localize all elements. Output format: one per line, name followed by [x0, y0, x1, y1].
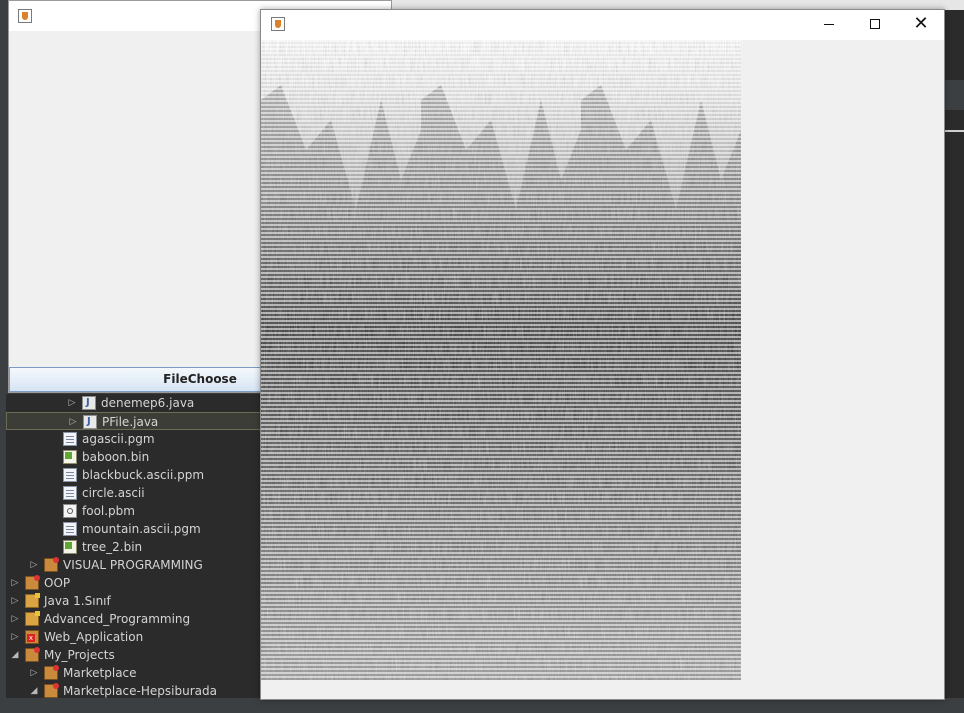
expand-arrow-icon[interactable]: ▷ — [29, 664, 39, 682]
tree-item-label: tree_2.bin — [82, 540, 143, 554]
close-button[interactable]: ✕ — [898, 10, 944, 40]
text-file-icon — [63, 432, 77, 446]
tree-item-label: blackbuck.ascii.ppm — [82, 468, 205, 482]
tree-item-label: mountain.ascii.pgm — [82, 522, 201, 536]
expand-arrow-icon[interactable]: ▷ — [10, 574, 20, 592]
text-file-icon — [63, 486, 77, 500]
tree-item-label: denemep6.java — [101, 396, 195, 410]
expand-arrow-icon[interactable]: ▷ — [10, 592, 20, 610]
tree-item[interactable]: ◢ Marketplace-Hepsiburada — [6, 682, 262, 698]
minimize-button[interactable] — [806, 10, 852, 40]
image-file-icon — [63, 504, 77, 518]
collapse-arrow-icon[interactable]: ◢ — [10, 646, 20, 664]
rendered-image — [261, 40, 741, 680]
tree-item-label: fool.pbm — [82, 504, 135, 518]
tree-item[interactable]: agascii.pgm — [6, 430, 262, 448]
text-file-icon — [63, 468, 77, 482]
tree-item[interactable]: baboon.bin — [6, 448, 262, 466]
mountain-scanline-image — [261, 40, 741, 680]
tree-item[interactable]: ▷ denemep6.java — [6, 394, 262, 412]
tree-item-label: Web_Application — [44, 630, 144, 644]
tree-item-label: OOP — [44, 576, 71, 590]
tree-item[interactable]: fool.pbm — [6, 502, 262, 520]
tree-item[interactable]: ▷ Java 1.Sınıf — [6, 592, 262, 610]
project-error-icon — [25, 575, 40, 590]
java-file-icon — [82, 396, 96, 410]
folder-icon — [25, 593, 40, 608]
collapse-arrow-icon[interactable]: ◢ — [29, 682, 39, 698]
image-viewer-window: ✕ — [260, 9, 945, 700]
project-explorer-tree: ▷ denemep6.java ▷ PFile.java agascii.pgm babo… — [6, 394, 262, 698]
java-app-icon — [271, 17, 285, 31]
java-app-icon — [18, 9, 32, 23]
tree-item-label: Marketplace — [63, 666, 137, 680]
tree-item-label: circle.ascii — [82, 486, 145, 500]
tree-item[interactable]: ▷ Advanced_Programming — [6, 610, 262, 628]
tree-item[interactable]: circle.ascii — [6, 484, 262, 502]
java-file-icon — [83, 415, 97, 429]
tree-item[interactable]: tree_2.bin — [6, 538, 262, 556]
project-error-icon — [44, 665, 59, 680]
tree-item[interactable]: ▷ VISUAL PROGRAMMING — [6, 556, 262, 574]
tree-item-label: Advanced_Programming — [44, 612, 191, 626]
expand-arrow-icon[interactable]: ▷ — [68, 413, 78, 431]
tree-item-label: agascii.pgm — [82, 432, 155, 446]
project-error-icon — [25, 647, 40, 662]
tree-item[interactable]: ▷ Web_Application — [6, 628, 262, 646]
image-viewer-titlebar[interactable]: ✕ — [261, 10, 944, 40]
tree-item-label: baboon.bin — [82, 450, 150, 464]
tree-item-label: VISUAL PROGRAMMING — [63, 558, 203, 572]
ide-background-right — [944, 10, 964, 713]
expand-arrow-icon[interactable]: ▷ — [10, 628, 20, 646]
close-icon: ✕ — [913, 13, 929, 34]
tree-item[interactable]: ▷ OOP — [6, 574, 262, 592]
tree-item-label: Java 1.Sınıf — [44, 594, 111, 608]
maximize-button[interactable] — [852, 10, 898, 40]
ide-background-bottom — [0, 698, 964, 713]
tree-item[interactable]: ▷ Marketplace — [6, 664, 262, 682]
tree-item[interactable]: mountain.ascii.pgm — [6, 520, 262, 538]
tree-item-label: My_Projects — [44, 648, 115, 662]
project-error-icon — [44, 557, 59, 572]
binary-file-icon — [63, 450, 77, 464]
expand-arrow-icon[interactable]: ▷ — [67, 394, 77, 412]
project-error-icon — [44, 683, 59, 698]
expand-arrow-icon[interactable]: ▷ — [29, 556, 39, 574]
project-x-icon — [25, 630, 39, 644]
tree-item-label: PFile.java — [102, 415, 159, 429]
text-file-icon — [63, 522, 77, 536]
tree-item[interactable]: ◢ My_Projects — [6, 646, 262, 664]
folder-icon — [25, 611, 40, 626]
expand-arrow-icon[interactable]: ▷ — [10, 610, 20, 628]
tree-item-label: Marketplace-Hepsiburada — [63, 684, 217, 698]
filechoose-button-label: FileChoose — [163, 372, 237, 386]
tree-item[interactable]: blackbuck.ascii.ppm — [6, 466, 262, 484]
binary-file-icon — [63, 540, 77, 554]
tree-item[interactable]: ▷ PFile.java — [6, 412, 262, 430]
